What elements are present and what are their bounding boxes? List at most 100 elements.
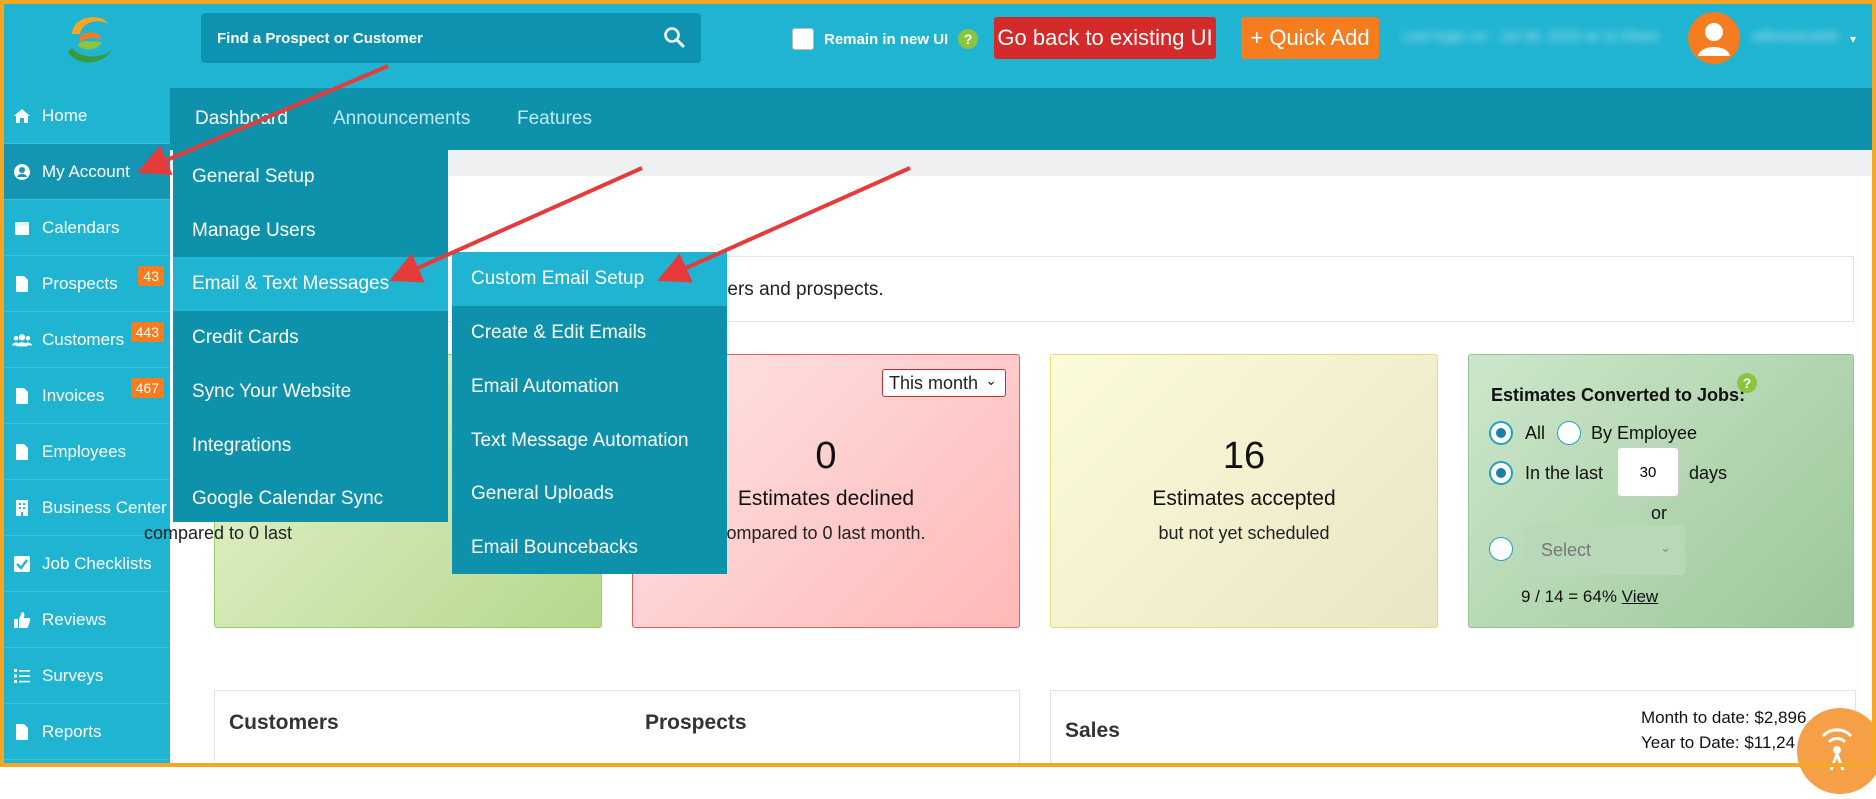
view-link[interactable]: View — [1622, 587, 1659, 606]
sidebar-item-surveys[interactable]: Surveys — [4, 648, 170, 704]
email-submenu: Custom Email Setup Create & Edit Emails … — [452, 252, 727, 574]
month-to-date: Month to date: $2,896 — [1641, 708, 1807, 727]
support-button[interactable] — [1797, 708, 1876, 794]
tab-bar: Dashboard Announcements Features — [170, 88, 1876, 150]
last-login-text: Last login on : Jul 26, 2022 at 11:05am — [1402, 28, 1660, 45]
users-icon — [12, 330, 32, 350]
remain-checkbox[interactable] — [792, 28, 814, 50]
sidebar-item-invoices[interactable]: Invoices 467 — [4, 368, 170, 424]
days-input[interactable]: 30 — [1617, 447, 1679, 497]
sidebar-item-label: Business Center — [42, 497, 167, 517]
file-icon — [12, 722, 32, 742]
employee-select-value: Select — [1541, 539, 1592, 560]
building-icon — [12, 498, 32, 518]
menu-item-custom-email-setup[interactable]: Custom Email Setup — [452, 252, 727, 306]
remain-label: Remain in new UI — [824, 30, 949, 48]
sidebar-item-label: Calendars — [42, 217, 120, 237]
user-circle-icon — [12, 162, 32, 182]
sidebar-item-reports[interactable]: Reports — [4, 704, 170, 760]
sidebar-item-job-checklists[interactable]: Job Checklists — [4, 536, 170, 592]
sales-heading: Sales — [1065, 719, 1120, 742]
my-account-menu: General Setup Manage Users Email & Text … — [173, 150, 448, 522]
sidebar-item-label: Reviews — [42, 609, 107, 629]
tab-dashboard[interactable]: Dashboard — [195, 108, 288, 130]
menu-item-credit-cards[interactable]: Credit Cards — [173, 311, 448, 365]
remain-in-new-ui: Remain in new UI ? — [792, 26, 979, 52]
year-to-date: Year to Date: $11,24 — [1641, 733, 1796, 752]
menu-item-general-uploads[interactable]: General Uploads — [452, 467, 727, 521]
search-icon[interactable] — [663, 26, 685, 48]
accepted-subtitle: but not yet scheduled — [1158, 523, 1330, 543]
sidebar-item-label: Job Checklists — [42, 553, 152, 573]
menu-item-email-automation[interactable]: Email Automation — [452, 360, 727, 414]
sales-panel: Sales Month to date: $2,896 Year to Date… — [1050, 690, 1856, 767]
menu-item-create-edit-emails[interactable]: Create & Edit Emails — [452, 306, 727, 360]
period-select-value: This month — [889, 372, 979, 393]
home-icon — [12, 106, 32, 126]
menu-item-google-calendar-sync[interactable]: Google Calendar Sync — [173, 472, 448, 526]
thumbs-up-icon — [12, 610, 32, 630]
sidebar-item-customers[interactable]: Customers 443 — [4, 312, 170, 368]
menu-item-email-text-messages[interactable]: Email & Text Messages — [173, 257, 448, 311]
card-estimates-converted: Estimates Converted to Jobs: ? All By Em… — [1468, 354, 1854, 628]
chevron-down-icon[interactable]: ▾ — [1850, 32, 1856, 46]
days-label: days — [1689, 463, 1728, 483]
radio-in-the-last[interactable] — [1489, 461, 1513, 485]
chevron-down-icon: ⌄ — [1660, 540, 1671, 555]
radio-by-employee-label: By Employee — [1591, 423, 1698, 443]
sidebar-item-calendars[interactable]: Calendars — [4, 200, 170, 256]
radio-all-label: All — [1525, 423, 1546, 443]
sidebar-item-reviews[interactable]: Reviews — [4, 592, 170, 648]
chevron-down-icon: ⌄ — [985, 372, 997, 388]
in-the-last-label: In the last — [1525, 463, 1604, 483]
tab-announcements[interactable]: Announcements — [333, 108, 470, 130]
radio-select-employee[interactable] — [1489, 537, 1513, 561]
sidebar-item-label: Employees — [42, 441, 127, 461]
calendar-icon — [12, 218, 32, 238]
tab-features[interactable]: Features — [517, 108, 592, 130]
sidebar-item-label: Surveys — [42, 665, 104, 685]
menu-item-text-message-automation[interactable]: Text Message Automation — [452, 414, 727, 468]
customers-count-badge: 443 — [130, 322, 164, 342]
sales-stats: Month to date: $2,896 Year to Date: $11,… — [1641, 705, 1806, 755]
search-input[interactable]: Find a Prospect or Customer — [217, 30, 423, 47]
conversion-ratio: 9 / 14 = 64% View — [1521, 587, 1658, 607]
converted-title: Estimates Converted to Jobs: — [1491, 385, 1746, 405]
quick-add-button[interactable]: + Quick Add — [1241, 17, 1379, 59]
search-bar[interactable]: Find a Prospect or Customer — [201, 13, 701, 63]
sidebar-item-label: Customers — [42, 329, 125, 349]
sidebar-item-prospects[interactable]: Prospects 43 — [4, 256, 170, 312]
help-icon[interactable]: ? — [958, 29, 979, 49]
menu-item-email-bouncebacks[interactable]: Email Bouncebacks — [452, 521, 727, 575]
top-bar: Find a Prospect or Customer Remain in ne… — [0, 0, 1876, 88]
invoices-count-badge: 467 — [130, 378, 164, 398]
or-label: or — [1651, 503, 1668, 523]
sidebar-item-home[interactable]: Home — [4, 88, 170, 144]
list-icon — [12, 666, 32, 686]
menu-item-manage-users[interactable]: Manage Users — [173, 204, 448, 258]
help-icon[interactable]: ? — [1737, 373, 1757, 393]
broadcast-icon — [1821, 728, 1853, 771]
sidebar-item-label: Reports — [42, 721, 102, 741]
radio-by-employee[interactable] — [1557, 421, 1581, 445]
sidebar-item-label: Home — [42, 105, 88, 125]
go-back-button[interactable]: Go back to existing UI — [994, 17, 1216, 59]
prospects-count-badge: 43 — [138, 266, 164, 286]
menu-item-sync-website[interactable]: Sync Your Website — [173, 365, 448, 419]
card-green-subtitle: compared to 0 last — [143, 523, 293, 543]
sidebar-item-employees[interactable]: Employees — [4, 424, 170, 480]
file-icon — [12, 386, 32, 406]
accepted-title: Estimates accepted — [1152, 487, 1336, 510]
info-message-text: omers and prospects. — [701, 279, 884, 300]
period-select[interactable]: This month ⌄ — [882, 369, 1006, 397]
radio-all[interactable] — [1489, 421, 1513, 445]
sidebar-item-my-account[interactable]: My Account — [4, 144, 170, 200]
menu-item-integrations[interactable]: Integrations — [173, 419, 448, 473]
menu-item-general-setup[interactable]: General Setup — [173, 150, 448, 204]
avatar[interactable] — [1688, 12, 1740, 64]
app-logo[interactable] — [58, 8, 122, 72]
employee-select[interactable]: Select ⌄ — [1525, 525, 1685, 575]
accepted-count: 16 — [1222, 435, 1266, 477]
username[interactable]: wflorestcarlin — [1752, 28, 1840, 45]
sidebar-item-label: Prospects — [42, 273, 118, 293]
